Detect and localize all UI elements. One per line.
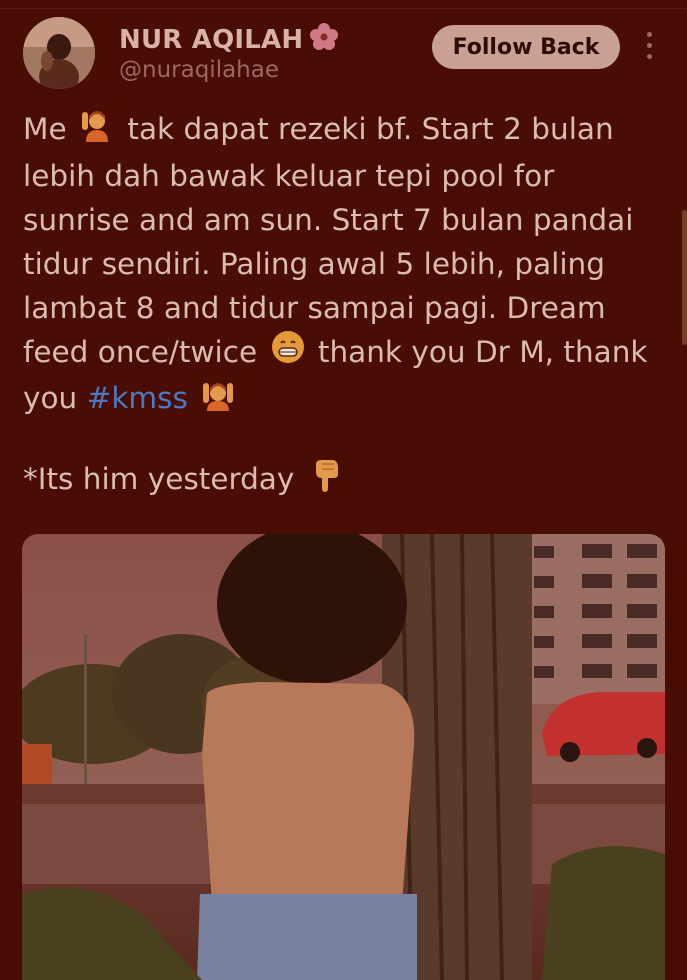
tweet-photo[interactable] (22, 534, 665, 980)
tweet-line: lebih dah bawak keluar tepi pool for (23, 158, 555, 193)
raising-hands-icon (201, 377, 235, 423)
pointing-down-icon (308, 458, 342, 504)
tweet-line: tidur sendiri. Paling awal 5 lebih, pali… (23, 246, 605, 281)
tweet-line: sunrise and am sun. Start 7 bulan pandai (23, 202, 634, 237)
tweet-text-segment: feed once/twice (23, 334, 258, 369)
raising-hand-icon (80, 108, 114, 154)
display-name[interactable]: NUR AQILAH (119, 22, 339, 59)
tweet-text-segment: thank you Dr M, thank (317, 334, 648, 369)
tweet-text-segment: tak dapat rezeki bf. Start 2 bulan (127, 112, 614, 146)
user-handle[interactable]: @nuraqilahae (119, 57, 279, 83)
display-name-text: NUR AQILAH (119, 25, 304, 55)
more-vertical-icon[interactable] (641, 32, 657, 64)
follow-back-button[interactable]: Follow Back (432, 25, 620, 69)
tweet-text-segment: you (23, 381, 78, 415)
tweet-line: you #kmss (23, 376, 673, 423)
tweet-text: Me tak dapat rezeki bf. Start 2 bulan le… (23, 107, 673, 423)
tweet-line: lambat 8 and tidur sampai pagi. Dream (23, 290, 606, 325)
tweet-text-segment: Me (23, 112, 67, 146)
tweet-line: Me tak dapat rezeki bf. Start 2 bulan (23, 107, 673, 154)
footnote-text: *Its him yesterday (23, 462, 295, 496)
hashtag-link[interactable]: #kmss (87, 381, 188, 415)
avatar-image (23, 17, 95, 89)
scrollbar[interactable] (682, 210, 687, 345)
hibiscus-icon (309, 22, 339, 59)
tweet-footnote: *Its him yesterday (23, 457, 346, 504)
grinning-icon (271, 330, 305, 376)
top-divider (0, 8, 687, 9)
avatar[interactable] (23, 17, 95, 89)
photo-icon (22, 534, 665, 980)
tweet-line: feed once/twice thank you Dr M, thank (23, 330, 673, 377)
